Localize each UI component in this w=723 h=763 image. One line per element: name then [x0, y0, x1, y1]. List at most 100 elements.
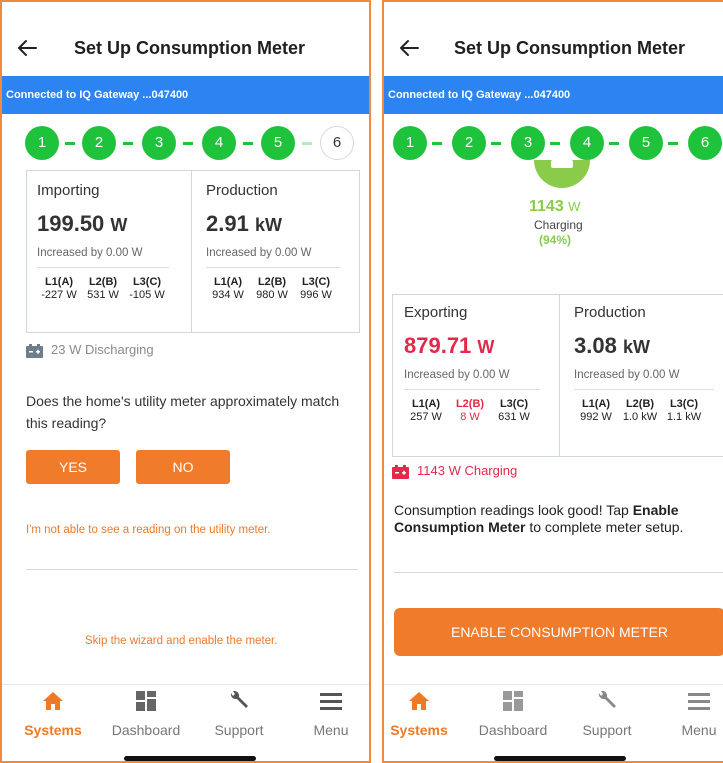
yes-button[interactable]: YES — [26, 450, 120, 484]
tab-bar: Systems Dashboard Support Menu — [2, 684, 369, 761]
phase-l2: L2(B) 1.0 kW — [622, 398, 658, 423]
tab-systems[interactable]: Systems — [384, 690, 464, 738]
page-title: Set Up Consumption Meter — [74, 38, 306, 58]
home-indicator — [124, 756, 256, 761]
step-4: 4 — [202, 126, 236, 160]
battery-state: Charging — [534, 218, 583, 232]
phase-l3: L3(C) 631 W — [498, 398, 530, 423]
phase-l1: L1(A) -227 W — [41, 276, 77, 301]
tab-label: Support — [214, 722, 264, 738]
tab-support[interactable]: Support — [194, 690, 284, 738]
back-arrow-icon[interactable] — [398, 37, 420, 59]
step-connector — [243, 142, 253, 145]
tab-label: Menu — [681, 722, 717, 738]
tab-label: Support — [582, 722, 632, 738]
home-icon — [41, 690, 65, 712]
battery-power-value: 1143 W — [529, 198, 581, 215]
right-screen: Set Up Consumption Meter Connected to IQ… — [382, 0, 723, 763]
metric-value: 3.08 kW — [574, 333, 650, 358]
step-connector — [550, 142, 560, 145]
tab-label: Dashboard — [111, 722, 181, 738]
battery-icon — [392, 464, 409, 479]
production-metric: Production 2.91 kW Increased by 0.00 W L… — [206, 182, 340, 302]
phase-l2: L2(B) 531 W — [87, 276, 119, 301]
metric-label: Importing — [37, 182, 100, 199]
tab-dashboard[interactable]: Dashboard — [468, 690, 558, 738]
home-indicator — [494, 756, 626, 761]
metric-label: Production — [206, 182, 278, 199]
step-6: 6 — [688, 126, 722, 160]
tab-systems[interactable]: Systems — [8, 690, 98, 738]
metric-change: Increased by 0.00 W — [206, 247, 340, 268]
importing-metric: Importing 199.50 W Increased by 0.00 W L… — [37, 182, 169, 302]
card-divider — [559, 294, 560, 457]
phase-readings: L1(A) 992 W L2(B) 1.0 kW L3(C) 1.1 kW — [574, 398, 714, 424]
step-connector — [609, 142, 619, 145]
step-4: 4 — [570, 126, 604, 160]
header: Set Up Consumption Meter — [2, 2, 369, 76]
step-5: 5 — [629, 126, 663, 160]
phase-l3: L3(C) 1.1 kW — [666, 398, 702, 423]
metric-label: Exporting — [404, 304, 468, 321]
step-connector — [123, 142, 133, 145]
phase-readings: L1(A) 257 W L2(B) 8 W L3(C) 631 W — [404, 398, 540, 424]
dashboard-grid-icon — [501, 690, 525, 712]
phase-l2: L2(B) 8 W — [455, 398, 485, 423]
step-connector — [491, 142, 501, 145]
tab-support[interactable]: Support — [562, 690, 652, 738]
back-arrow-icon[interactable] — [16, 37, 38, 59]
step-1: 1 — [393, 126, 427, 160]
tab-label: Menu — [313, 722, 349, 738]
tab-menu[interactable]: Menu — [286, 690, 369, 738]
step-5: 5 — [261, 126, 295, 160]
wrench-icon — [227, 690, 251, 712]
hamburger-icon — [687, 690, 711, 712]
home-icon — [407, 690, 431, 712]
phase-l1: L1(A) 934 W — [212, 276, 244, 301]
tab-label: Dashboard — [478, 722, 548, 738]
phase-readings: L1(A) 934 W L2(B) 980 W L3(C) 996 W — [206, 276, 340, 302]
phase-l3: L3(C) -105 W — [129, 276, 165, 301]
no-button[interactable]: NO — [136, 450, 230, 484]
metric-value: 879.71 W — [404, 333, 495, 358]
phase-l1: L1(A) 257 W — [410, 398, 442, 423]
step-3: 3 — [142, 126, 176, 160]
battery-percent: (94%) — [539, 233, 572, 247]
phase-l1: L1(A) 992 W — [580, 398, 612, 423]
skip-wizard-link[interactable]: Skip the wizard and enable the meter. — [85, 635, 277, 647]
metric-change: Increased by 0.00 W — [574, 369, 714, 390]
wrench-icon — [595, 690, 619, 712]
battery-status-text: 1143 W Charging — [417, 463, 518, 478]
exporting-metric: Exporting 879.71 W Increased by 0.00 W L… — [404, 304, 540, 424]
tab-label: Systems — [24, 722, 82, 738]
progress-stepper: 1 2 3 4 5 6 — [2, 126, 369, 160]
step-connector — [668, 142, 678, 145]
match-question: Does the home's utility meter approximat… — [26, 393, 340, 431]
step-2: 2 — [452, 126, 486, 160]
step-6: 6 — [320, 126, 354, 160]
divider — [394, 572, 723, 573]
battery-icon — [26, 343, 43, 358]
tab-dashboard[interactable]: Dashboard — [101, 690, 191, 738]
step-connector — [183, 142, 193, 145]
battery-status-text: 23 W Discharging — [51, 342, 154, 357]
phase-l3: L3(C) 996 W — [300, 276, 332, 301]
phase-l2: L2(B) 980 W — [256, 276, 288, 301]
page-title: Set Up Consumption Meter — [454, 38, 686, 58]
battery-graphic — [532, 160, 592, 190]
gateway-connection-banner: Connected to IQ Gateway ...047400 — [2, 76, 369, 114]
battery-status: 1143 W Charging — [392, 463, 517, 479]
hamburger-icon — [319, 690, 343, 712]
metric-change: Increased by 0.00 W — [404, 369, 540, 390]
step-3: 3 — [511, 126, 545, 160]
enable-consumption-meter-button[interactable]: ENABLE CONSUMPTION METER — [394, 608, 723, 656]
no-reading-link[interactable]: I'm not able to see a reading on the uti… — [26, 524, 270, 536]
step-1: 1 — [25, 126, 59, 160]
phase-readings: L1(A) -227 W L2(B) 531 W L3(C) -105 W — [37, 276, 169, 302]
tab-menu[interactable]: Menu — [654, 690, 723, 738]
metric-value: 2.91 kW — [206, 211, 282, 236]
left-screen: Set Up Consumption Meter Connected to IQ… — [0, 0, 371, 763]
header: Set Up Consumption Meter — [384, 2, 723, 76]
dashboard-grid-icon — [134, 690, 158, 712]
step-2: 2 — [82, 126, 116, 160]
